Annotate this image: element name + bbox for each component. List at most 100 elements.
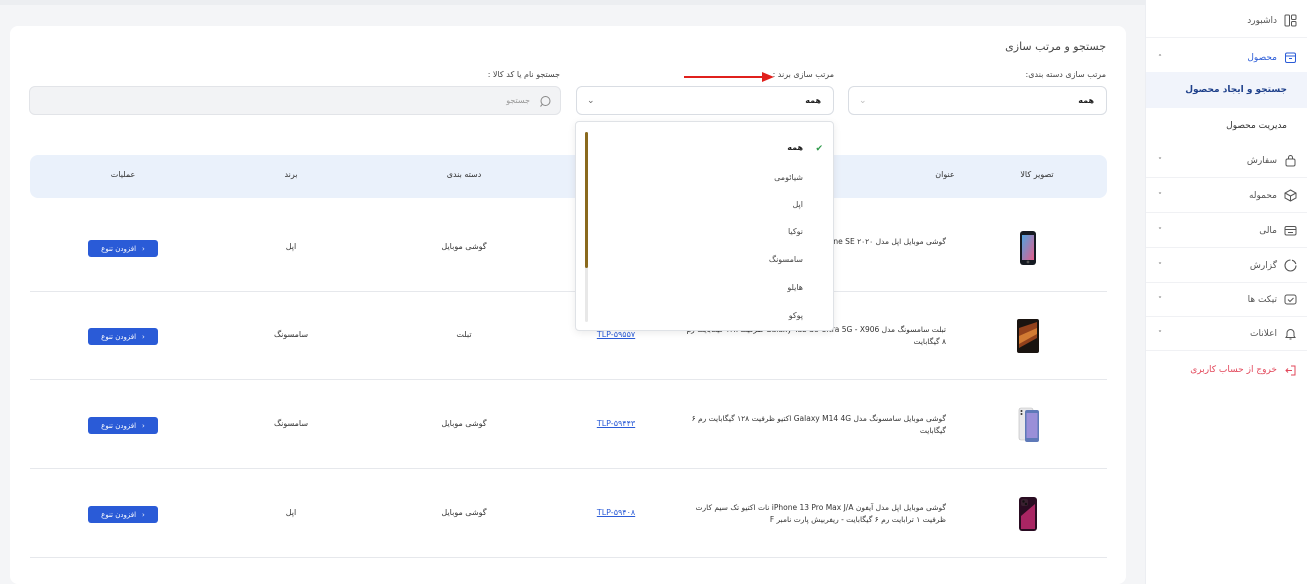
wallet-icon — [1283, 224, 1297, 238]
chevron-down-icon: ⌄ — [859, 95, 867, 106]
product-code-link[interactable]: TLP-۵۹۵۵۷ — [597, 330, 635, 339]
chevron-down-icon: ˅ — [1158, 295, 1162, 304]
sidebar-item-label: تیکت ها — [1247, 294, 1277, 305]
product-title: گوشی موبایل سامسونگ مدل Galaxy M14 4G اک… — [691, 414, 946, 435]
search-placeholder: جستجو — [506, 96, 530, 105]
table-header: تصویر کالا عنوان دسته بندی برند عملیات — [30, 155, 1107, 198]
product-category: گوشی موبایل — [441, 508, 487, 517]
add-variant-button[interactable]: افزودن تنوع › — [88, 506, 158, 523]
scrollbar-thumb[interactable] — [585, 132, 588, 268]
brand-select-value: همه — [805, 96, 821, 105]
logout-button[interactable]: خروج از حساب کاربری — [1146, 353, 1307, 387]
add-variant-button[interactable]: افزودن تنوع › — [88, 417, 158, 434]
sidebar-item-label: محصول — [1247, 52, 1277, 63]
product-image — [1016, 230, 1040, 266]
add-variant-label: افزودن تنوع — [101, 510, 137, 519]
sidebar-item-label: اعلانات — [1250, 328, 1277, 339]
sidebar-item-label: گزارش — [1249, 260, 1277, 271]
column-header-title: عنوان — [935, 170, 955, 179]
search-icon — [539, 95, 552, 108]
column-header-actions: عملیات — [110, 170, 136, 179]
dropdown-option-apple[interactable]: اپل — [792, 200, 803, 209]
sidebar-item-label: سفارش — [1246, 155, 1277, 166]
product-brand: اپل — [285, 508, 297, 517]
add-variant-button[interactable]: افزودن تنوع › — [88, 328, 158, 345]
add-variant-button[interactable]: افزودن تنوع › — [88, 240, 158, 257]
sidebar-item-label: داشبورد — [1247, 15, 1277, 26]
dropdown-option-haylou[interactable]: هایلو — [787, 283, 803, 292]
chevron-right-icon: › — [142, 332, 145, 341]
add-variant-label: افزودن تنوع — [101, 332, 137, 341]
ticket-icon — [1283, 293, 1297, 307]
category-select[interactable]: همه ⌄ — [848, 86, 1107, 115]
product-image — [1016, 407, 1040, 443]
table-row: گوشی موبایل اپل مدل iPhone SE ۲۰۲۰ ظرفیت… — [30, 204, 1107, 292]
product-brand: سامسونگ — [273, 419, 309, 428]
sidebar-subitem-manage[interactable]: مدیریت محصول — [1146, 108, 1307, 144]
logout-label: خروج از حساب کاربری — [1190, 365, 1277, 375]
table-row: تبلت سامسونگ مدل Galaxy Tab S8 Ultra 5G … — [30, 292, 1107, 380]
product-brand: سامسونگ — [273, 330, 309, 339]
dropdown-option-xiaomi[interactable]: شیائومی — [774, 173, 803, 182]
chevron-down-icon: ˅ — [1158, 226, 1162, 235]
dashboard-icon — [1283, 14, 1297, 28]
search-input[interactable]: جستجو — [29, 86, 561, 115]
column-header-brand: برند — [284, 170, 298, 179]
table-row: گوشی موبایل سامسونگ مدل Galaxy M14 4G اک… — [30, 381, 1107, 469]
product-category: تبلت — [456, 330, 472, 339]
sidebar-item-product[interactable]: محصول ˄ — [1146, 41, 1307, 75]
chevron-down-icon: ˅ — [1158, 156, 1162, 165]
dropdown-option-all[interactable]: همه — [787, 143, 803, 152]
chevron-down-icon: ˅ — [1158, 261, 1162, 270]
sidebar-item-dashboard[interactable]: داشبورد — [1146, 4, 1307, 38]
bell-icon — [1283, 327, 1297, 341]
sidebar-item-label: مالی — [1259, 225, 1277, 236]
dropdown-scrollbar[interactable] — [585, 132, 588, 322]
product-code-link[interactable]: TLP-۵۹۴۴۳ — [597, 419, 635, 428]
table-row: گوشی موبایل اپل مدل آیفون iPhone 13 Pro … — [30, 470, 1107, 558]
sidebar: داشبورد محصول ˄ جستجو و ایجاد محصول مدیر… — [1145, 0, 1307, 584]
chevron-right-icon: › — [142, 244, 145, 253]
search-filter-label: جستجو نام یا کد کالا : — [487, 70, 560, 79]
add-variant-label: افزودن تنوع — [101, 244, 137, 253]
sidebar-item-tickets[interactable]: تیکت ها ˅ — [1146, 283, 1307, 317]
chevron-up-icon: ˄ — [1158, 53, 1162, 62]
product-code-link[interactable]: TLP-۵۹۴۰۸ — [597, 508, 635, 517]
column-header-image: تصویر کالا — [1020, 170, 1054, 179]
chevron-right-icon: › — [142, 421, 145, 430]
brand-dropdown-menu: ✔ همه شیائومی اپل نوکیا سامسونگ هایلو پو… — [575, 121, 834, 331]
package-icon — [1283, 189, 1297, 203]
sidebar-item-notifications[interactable]: اعلانات ˅ — [1146, 317, 1307, 351]
dropdown-option-samsung[interactable]: سامسونگ — [769, 255, 803, 264]
product-category: گوشی موبایل — [441, 419, 487, 428]
product-category: گوشی موبایل — [441, 242, 487, 251]
bag-icon — [1283, 154, 1297, 168]
check-icon: ✔ — [815, 144, 823, 154]
product-title: گوشی موبایل اپل مدل آیفون iPhone 13 Pro … — [695, 503, 946, 524]
logout-icon — [1283, 363, 1297, 377]
category-filter-label: مرتب سازی دسته بندی: — [1025, 70, 1106, 79]
add-variant-label: افزودن تنوع — [101, 421, 137, 430]
sidebar-item-finance[interactable]: مالی ˅ — [1146, 214, 1307, 248]
sidebar-item-shipment[interactable]: محموله ˅ — [1146, 179, 1307, 213]
column-header-category: دسته بندی — [446, 170, 482, 179]
box-icon — [1283, 51, 1297, 65]
sidebar-item-label: محموله — [1248, 190, 1277, 201]
chevron-down-icon: ⌄ — [587, 95, 595, 106]
sidebar-subitem-search-create[interactable]: جستجو و ایجاد محصول — [1146, 72, 1307, 108]
chevron-down-icon: ˅ — [1158, 329, 1162, 338]
chart-icon — [1283, 259, 1297, 273]
brand-select[interactable]: همه ⌄ — [576, 86, 834, 115]
red-annotation-arrow-icon — [684, 72, 774, 82]
sidebar-item-order[interactable]: سفارش ˅ — [1146, 144, 1307, 178]
product-image — [1016, 318, 1040, 354]
product-brand: اپل — [285, 242, 297, 251]
dropdown-option-poco[interactable]: پوکو — [789, 311, 803, 320]
sidebar-item-report[interactable]: گزارش ˅ — [1146, 249, 1307, 283]
dropdown-option-nokia[interactable]: نوکیا — [788, 227, 803, 236]
category-select-value: همه — [1078, 96, 1094, 105]
top-bar — [0, 0, 1145, 5]
search-sort-card: جستجو و مرتب سازی مرتب سازی دسته بندی: ه… — [10, 26, 1126, 584]
chevron-down-icon: ˅ — [1158, 191, 1162, 200]
page-title: جستجو و مرتب سازی — [1005, 40, 1106, 53]
